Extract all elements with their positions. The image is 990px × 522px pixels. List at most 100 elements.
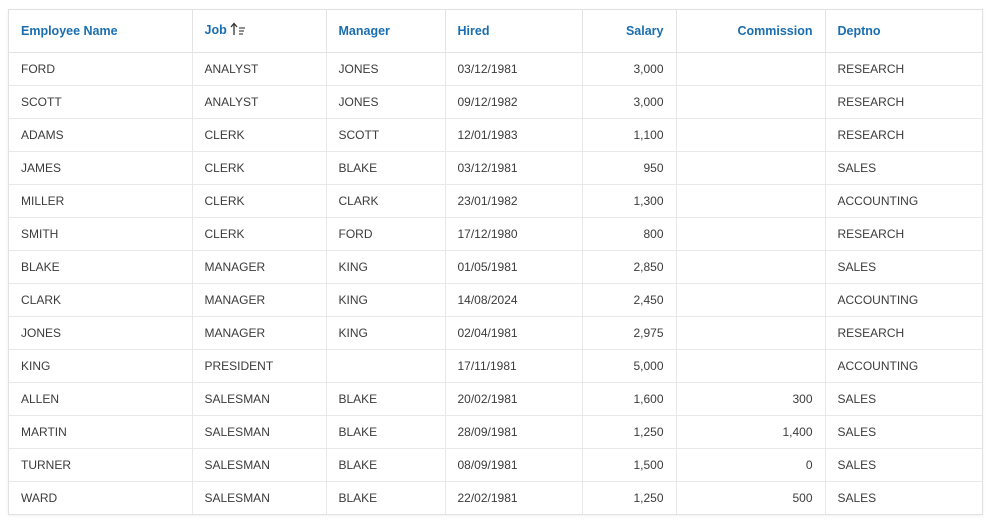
cell-employee-name: MARTIN [9, 415, 193, 449]
column-header-salary[interactable]: Salary [582, 10, 677, 53]
cell-deptno: RESEARCH [825, 85, 982, 119]
cell-salary: 3,000 [582, 52, 677, 86]
cell-deptno: ACCOUNTING [825, 184, 982, 218]
cell-manager: BLAKE [326, 448, 446, 482]
cell-commission [676, 85, 826, 119]
cell-hired: 03/12/1981 [445, 151, 583, 185]
column-header-label: Hired [457, 23, 490, 38]
table-row[interactable]: ALLEN SALESMAN BLAKE 20/02/1981 1,600 300 SALE… [9, 382, 982, 416]
cell-salary: 1,100 [582, 118, 677, 152]
cell-hired: 14/08/2024 [445, 283, 583, 317]
cell-commission [676, 184, 826, 218]
cell-salary: 1,250 [582, 415, 677, 449]
table-row[interactable]: KING PRESIDENT 17/11/1981 5,000 ACCOUNTING [9, 349, 982, 383]
cell-manager: BLAKE [326, 382, 446, 416]
column-header-hired[interactable]: Hired [445, 10, 583, 53]
cell-manager: KING [326, 283, 446, 317]
column-header-employee-name[interactable]: Employee Name [9, 10, 193, 53]
column-header-label: Salary [625, 23, 664, 38]
cell-hired: 12/01/1983 [445, 118, 583, 152]
cell-commission [676, 316, 826, 350]
cell-hired: 09/12/1982 [445, 85, 583, 119]
cell-commission [676, 52, 826, 86]
cell-hired: 23/01/1982 [445, 184, 583, 218]
cell-commission [676, 250, 826, 284]
cell-salary: 1,500 [582, 448, 677, 482]
cell-manager: FORD [326, 217, 446, 251]
cell-employee-name: ADAMS [9, 118, 193, 152]
employee-table: Employee Name Job Manager Hired Salary C… [9, 10, 982, 514]
cell-job: SALESMAN [192, 448, 327, 482]
cell-job: SALESMAN [192, 382, 327, 416]
cell-commission [676, 349, 826, 383]
cell-hired: 08/09/1981 [445, 448, 583, 482]
table-row[interactable]: BLAKE MANAGER KING 01/05/1981 2,850 SALES [9, 250, 982, 284]
column-header-deptno[interactable]: Deptno [825, 10, 982, 53]
cell-job: MANAGER [192, 316, 327, 350]
cell-manager: JONES [326, 85, 446, 119]
cell-commission: 0 [676, 448, 826, 482]
table-row[interactable]: WARD SALESMAN BLAKE 22/02/1981 1,250 500 SALES [9, 481, 982, 514]
table-row[interactable]: SCOTT ANALYST JONES 09/12/1982 3,000 RESEARCH [9, 85, 982, 119]
table-row[interactable]: JONES MANAGER KING 02/04/1981 2,975 RESEARCH [9, 316, 982, 350]
cell-hired: 17/11/1981 [445, 349, 583, 383]
cell-employee-name: KING [9, 349, 193, 383]
table-row[interactable]: ADAMS CLERK SCOTT 12/01/1983 1,100 RESEARCH [9, 118, 982, 152]
sort-ascending-icon[interactable] [230, 22, 246, 39]
cell-manager: BLAKE [326, 151, 446, 185]
cell-deptno: SALES [825, 448, 982, 482]
cell-salary: 5,000 [582, 349, 677, 383]
cell-commission [676, 217, 826, 251]
cell-job: CLERK [192, 151, 327, 185]
cell-salary: 1,250 [582, 481, 677, 514]
table-row[interactable]: CLARK MANAGER KING 14/08/2024 2,450 ACCOUNTIN… [9, 283, 982, 317]
cell-deptno: SALES [837, 490, 877, 505]
cell-deptno: RESEARCH [825, 52, 982, 86]
cell-employee-name: BLAKE [9, 250, 193, 284]
table-row[interactable]: MARTIN SALESMAN BLAKE 28/09/1981 1,250 1,400 S… [9, 415, 982, 449]
cell-job: CLERK [192, 217, 327, 251]
column-header-job[interactable]: Job [192, 10, 327, 53]
cell-manager [326, 349, 446, 383]
cell-job: SALESMAN [192, 481, 327, 514]
cell-job: PRESIDENT [192, 349, 327, 383]
cell-manager: BLAKE [326, 415, 446, 449]
cell-commission: 500 [676, 481, 826, 514]
cell-employee-name: CLARK [9, 283, 193, 317]
cell-job: SALESMAN [192, 415, 327, 449]
cell-employee-name: SMITH [9, 217, 193, 251]
employee-report-grid: Employee Name Job Manager Hired Salary C… [8, 9, 983, 515]
column-header-label: Deptno [837, 23, 881, 38]
table-row[interactable]: FORD ANALYST JONES 03/12/1981 3,000 RESEARCH [9, 52, 982, 86]
cell-deptno: RESEARCH [825, 316, 982, 350]
column-header-commission[interactable]: Commission [676, 10, 826, 53]
cell-employee-name: ALLEN [9, 382, 193, 416]
cell-hired: 02/04/1981 [445, 316, 583, 350]
cell-salary: 950 [582, 151, 677, 185]
cell-deptno: ACCOUNTING [825, 283, 982, 317]
table-row[interactable]: JAMES CLERK BLAKE 03/12/1981 950 SALES [9, 151, 982, 185]
cell-job: ANALYST [192, 85, 327, 119]
cell-hired: 20/02/1981 [445, 382, 583, 416]
cell-employee-name: SCOTT [9, 85, 193, 119]
cell-job: CLERK [192, 118, 327, 152]
cell-deptno: SALES [825, 250, 982, 284]
cell-manager: KING [326, 316, 446, 350]
cell-manager: JONES [326, 52, 446, 86]
cell-job: MANAGER [192, 283, 327, 317]
cell-job: CLERK [192, 184, 327, 218]
cell-job: ANALYST [192, 52, 327, 86]
table-row[interactable]: TURNER SALESMAN BLAKE 08/09/1981 1,500 0 SALES [9, 448, 982, 482]
header-row: Employee Name Job Manager Hired Salary C… [9, 10, 982, 53]
cell-employee-name: JONES [9, 316, 193, 350]
cell-manager: KING [326, 250, 446, 284]
cell-manager: BLAKE [326, 481, 446, 514]
cell-deptno: RESEARCH [825, 118, 982, 152]
cell-salary: 800 [582, 217, 677, 251]
table-row[interactable]: SMITH CLERK FORD 17/12/1980 800 RESEARCH [9, 217, 982, 251]
column-header-manager[interactable]: Manager [326, 10, 446, 53]
cell-deptno: ACCOUNTING [825, 349, 982, 383]
cell-commission: 1,400 [676, 415, 826, 449]
cell-commission [676, 118, 826, 152]
table-row[interactable]: MILLER CLERK CLARK 23/01/1982 1,300 ACCOUNTIN… [9, 184, 982, 218]
